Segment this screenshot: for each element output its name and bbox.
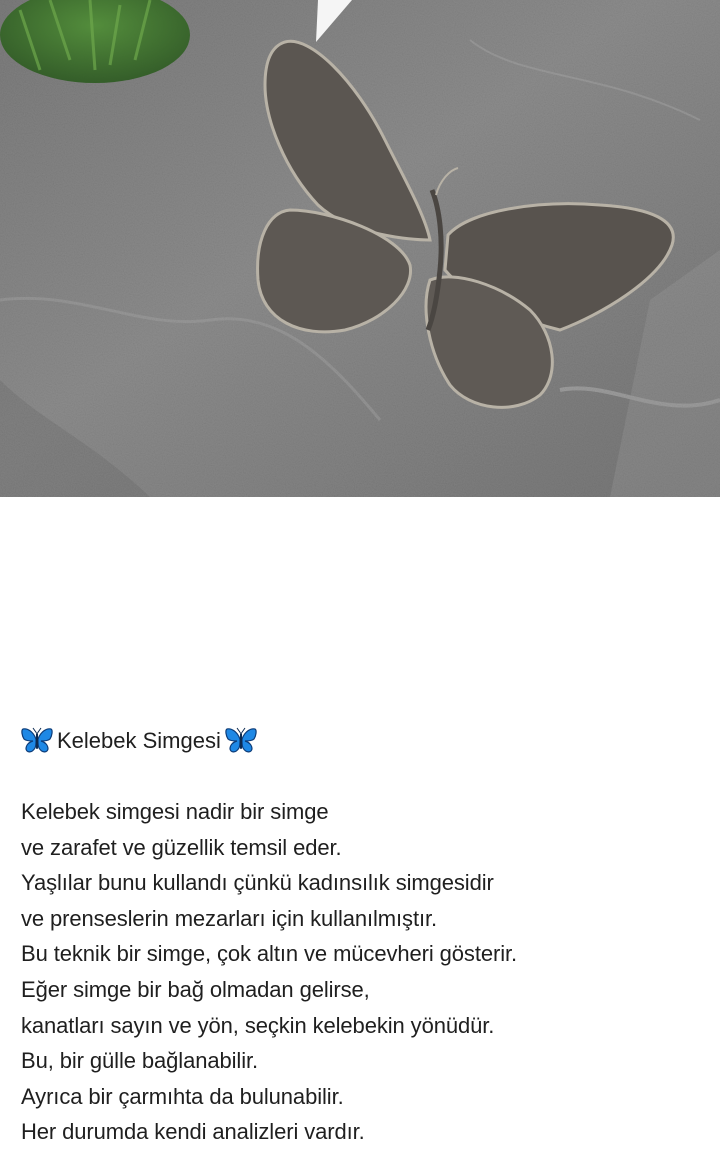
post-line: Eğer simge bir bağ olmadan gelirse, [21, 976, 370, 1002]
post-title: Kelebek Simgesi [57, 728, 221, 753]
blue-butterfly-emoji-icon [225, 727, 257, 755]
post-line: Bu teknik bir simge, çok altın ve mücevh… [21, 941, 518, 967]
post-line: ve zarafet ve güzellik temsil eder. [21, 834, 342, 860]
post-line: Her durumda kendi analizleri vardır. [21, 1119, 365, 1145]
post-content: Kelebek Simgesi Kelebek simgesi nadir bi… [21, 723, 711, 1150]
post-line: Ayrıca bir çarmıhta da bulunabilir. [21, 1083, 344, 1109]
butterfly-stone-photo[interactable] [0, 0, 720, 497]
post-line: ve prenseslerin mezarları için kullanılm… [21, 905, 437, 931]
blue-butterfly-emoji-icon [21, 727, 53, 755]
post-line: kanatları sayın ve yön, seçkin kelebekin… [21, 1012, 495, 1038]
post-body: Kelebek simgesi nadir bir simge ve zaraf… [21, 794, 711, 1150]
post-line: Kelebek simgesi nadir bir simge [21, 799, 329, 824]
post-title-line: Kelebek Simgesi [21, 723, 711, 759]
post-line: Yaşlılar bunu kullandı çünkü kadınsılık … [21, 870, 494, 896]
post-line: Bu, bir gülle bağlanabilir. [21, 1048, 259, 1074]
